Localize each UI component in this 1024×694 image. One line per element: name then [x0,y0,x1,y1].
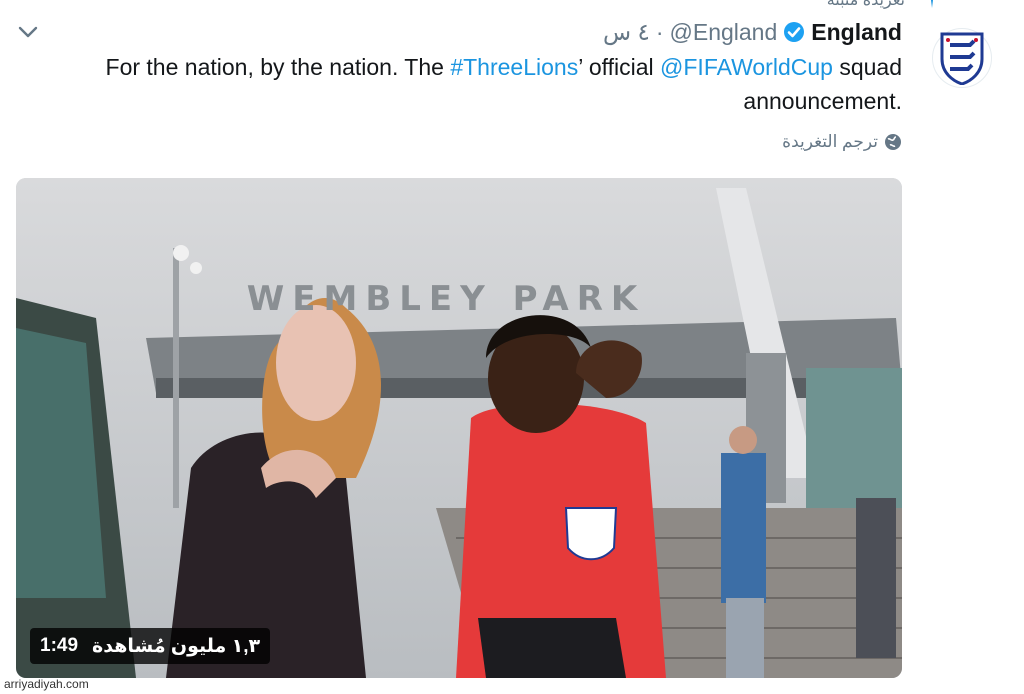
video-player[interactable]: WEMBLEY PARK 1:49 ١,٣ مليون مُشاهدة [16,178,902,678]
globe-icon [885,134,901,150]
source-watermark: arriyadiyah.com [4,677,89,691]
translate-label: ترجم التغريدة [782,132,878,151]
video-thumbnail: WEMBLEY PARK [16,178,902,678]
video-info-overlay: 1:49 ١,٣ مليون مُشاهدة [30,628,271,664]
tweet-header: England @England · ٤ س [603,16,902,48]
separator-dot: · [655,18,664,45]
verified-badge-icon [784,22,805,42]
tweet-text: For the nation, by the nation. The #Thre… [32,50,902,118]
video-view-count: ١,٣ مليون مُشاهدة [92,635,261,657]
three-lions-crest-icon [940,32,984,85]
translate-tweet-button[interactable]: ترجم التغريدة [782,132,902,152]
mention-link[interactable]: @FIFAWorldCup [660,54,833,80]
hashtag-link[interactable]: #ThreeLions [450,54,578,80]
tweet-text-part: ’ official [578,54,661,80]
avatar[interactable] [932,28,992,88]
tweet-text-part: For the nation, by the nation. The [105,54,451,80]
display-name[interactable]: England [811,19,902,46]
stadium-sign-text: WEMBLEY PARK [247,279,645,319]
pinned-tweet-label: تغريدة مثبتة [826,0,905,9]
chevron-down-icon[interactable] [16,22,40,42]
timestamp[interactable]: ٤ س [603,19,650,46]
user-handle[interactable]: @England [670,19,778,46]
video-duration: 1:49 [40,635,79,656]
pin-icon [931,0,933,8]
